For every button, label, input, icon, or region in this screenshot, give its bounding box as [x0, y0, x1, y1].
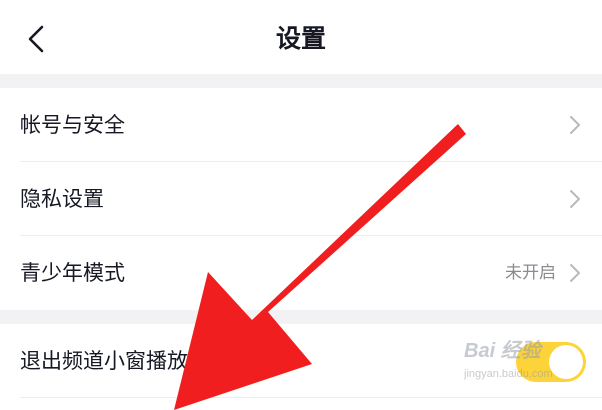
settings-item-label: 隐私设置 — [20, 187, 104, 211]
settings-item-label: 青少年模式 — [20, 261, 125, 285]
teen-mode-status: 未开启 — [505, 263, 556, 283]
top-bar: 设置 — [0, 0, 602, 74]
settings-page: 设置 帐号与安全 隐私设置 青少年模式 未开启 退出频道小窗播放 Bai 经验 … — [0, 0, 602, 410]
settings-item-teen-mode[interactable]: 青少年模式 未开启 — [0, 236, 602, 310]
settings-item-label: 退出频道小窗播放 — [20, 349, 188, 373]
chevron-right-icon — [570, 116, 580, 134]
settings-item-account-security[interactable]: 帐号与安全 — [0, 88, 602, 162]
watermark: Bai 经验 jingyan.baidu.com — [460, 328, 600, 398]
chevron-right-icon — [570, 190, 580, 208]
page-title: 设置 — [275, 24, 326, 53]
watermark-text: Bai 经验 — [464, 340, 541, 362]
settings-item-label: 帐号与安全 — [20, 113, 125, 137]
settings-item-privacy[interactable]: 隐私设置 — [0, 162, 602, 236]
section-divider — [0, 74, 602, 88]
section-divider — [0, 310, 602, 324]
watermark-subtext: jingyan.baidu.com — [464, 368, 553, 380]
chevron-right-icon — [570, 264, 580, 282]
